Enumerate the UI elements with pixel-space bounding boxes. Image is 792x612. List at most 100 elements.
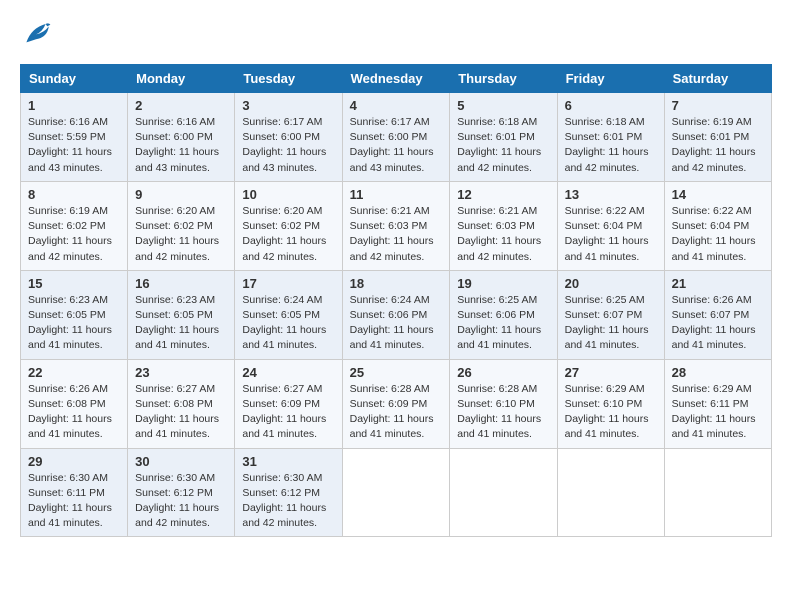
day-info: Sunrise: 6:21 AMSunset: 6:03 PMDaylight:… [350,204,443,265]
day-number: 5 [457,98,549,113]
day-number: 24 [242,365,334,380]
day-number: 21 [672,276,764,291]
calendar-cell: 8 Sunrise: 6:19 AMSunset: 6:02 PMDaylight… [21,181,128,270]
weekday-header-sunday: Sunday [21,65,128,93]
calendar-header-row: SundayMondayTuesdayWednesdayThursdayFrid… [21,65,772,93]
day-number: 17 [242,276,334,291]
calendar-cell: 11 Sunrise: 6:21 AMSunset: 6:03 PMDayligh… [342,181,450,270]
day-info: Sunrise: 6:18 AMSunset: 6:01 PMDaylight:… [457,115,549,176]
calendar-cell: 24 Sunrise: 6:27 AMSunset: 6:09 PMDayligh… [235,359,342,448]
calendar-cell: 10 Sunrise: 6:20 AMSunset: 6:02 PMDayligh… [235,181,342,270]
weekday-header-wednesday: Wednesday [342,65,450,93]
day-info: Sunrise: 6:23 AMSunset: 6:05 PMDaylight:… [28,293,120,354]
day-info: Sunrise: 6:19 AMSunset: 6:02 PMDaylight:… [28,204,120,265]
calendar-cell: 7 Sunrise: 6:19 AMSunset: 6:01 PMDaylight… [664,93,771,182]
day-number: 1 [28,98,120,113]
day-number: 30 [135,454,227,469]
day-info: Sunrise: 6:17 AMSunset: 6:00 PMDaylight:… [242,115,334,176]
calendar-cell: 4 Sunrise: 6:17 AMSunset: 6:00 PMDaylight… [342,93,450,182]
calendar-cell: 6 Sunrise: 6:18 AMSunset: 6:01 PMDaylight… [557,93,664,182]
day-info: Sunrise: 6:28 AMSunset: 6:10 PMDaylight:… [457,382,549,443]
day-info: Sunrise: 6:25 AMSunset: 6:07 PMDaylight:… [565,293,657,354]
calendar-week-1: 1 Sunrise: 6:16 AMSunset: 5:59 PMDaylight… [21,93,772,182]
day-number: 4 [350,98,443,113]
day-info: Sunrise: 6:29 AMSunset: 6:11 PMDaylight:… [672,382,764,443]
calendar-cell: 15 Sunrise: 6:23 AMSunset: 6:05 PMDayligh… [21,270,128,359]
calendar-cell: 25 Sunrise: 6:28 AMSunset: 6:09 PMDayligh… [342,359,450,448]
calendar-cell: 21 Sunrise: 6:26 AMSunset: 6:07 PMDayligh… [664,270,771,359]
day-info: Sunrise: 6:27 AMSunset: 6:09 PMDaylight:… [242,382,334,443]
day-number: 8 [28,187,120,202]
calendar-cell [342,448,450,537]
calendar-cell: 5 Sunrise: 6:18 AMSunset: 6:01 PMDaylight… [450,93,557,182]
day-number: 28 [672,365,764,380]
day-info: Sunrise: 6:21 AMSunset: 6:03 PMDaylight:… [457,204,549,265]
calendar-cell: 3 Sunrise: 6:17 AMSunset: 6:00 PMDaylight… [235,93,342,182]
weekday-header-friday: Friday [557,65,664,93]
day-number: 20 [565,276,657,291]
day-number: 18 [350,276,443,291]
day-info: Sunrise: 6:24 AMSunset: 6:06 PMDaylight:… [350,293,443,354]
day-number: 31 [242,454,334,469]
day-info: Sunrise: 6:26 AMSunset: 6:07 PMDaylight:… [672,293,764,354]
day-info: Sunrise: 6:27 AMSunset: 6:08 PMDaylight:… [135,382,227,443]
day-info: Sunrise: 6:22 AMSunset: 6:04 PMDaylight:… [672,204,764,265]
calendar-cell [557,448,664,537]
day-number: 3 [242,98,334,113]
day-number: 23 [135,365,227,380]
weekday-header-monday: Monday [128,65,235,93]
day-number: 10 [242,187,334,202]
calendar-cell: 17 Sunrise: 6:24 AMSunset: 6:05 PMDayligh… [235,270,342,359]
calendar-cell: 30 Sunrise: 6:30 AMSunset: 6:12 PMDayligh… [128,448,235,537]
day-info: Sunrise: 6:23 AMSunset: 6:05 PMDaylight:… [135,293,227,354]
day-number: 13 [565,187,657,202]
day-info: Sunrise: 6:28 AMSunset: 6:09 PMDaylight:… [350,382,443,443]
calendar-cell: 14 Sunrise: 6:22 AMSunset: 6:04 PMDayligh… [664,181,771,270]
calendar-cell: 18 Sunrise: 6:24 AMSunset: 6:06 PMDayligh… [342,270,450,359]
day-number: 11 [350,187,443,202]
calendar-cell: 29 Sunrise: 6:30 AMSunset: 6:11 PMDayligh… [21,448,128,537]
calendar-cell: 28 Sunrise: 6:29 AMSunset: 6:11 PMDayligh… [664,359,771,448]
day-info: Sunrise: 6:30 AMSunset: 6:11 PMDaylight:… [28,471,120,532]
day-info: Sunrise: 6:16 AMSunset: 6:00 PMDaylight:… [135,115,227,176]
day-number: 19 [457,276,549,291]
day-number: 7 [672,98,764,113]
calendar-cell: 31 Sunrise: 6:30 AMSunset: 6:12 PMDayligh… [235,448,342,537]
day-number: 14 [672,187,764,202]
calendar-cell: 2 Sunrise: 6:16 AMSunset: 6:00 PMDaylight… [128,93,235,182]
day-number: 29 [28,454,120,469]
day-info: Sunrise: 6:20 AMSunset: 6:02 PMDaylight:… [242,204,334,265]
calendar-cell: 12 Sunrise: 6:21 AMSunset: 6:03 PMDayligh… [450,181,557,270]
day-info: Sunrise: 6:30 AMSunset: 6:12 PMDaylight:… [135,471,227,532]
day-number: 6 [565,98,657,113]
day-info: Sunrise: 6:20 AMSunset: 6:02 PMDaylight:… [135,204,227,265]
calendar-cell: 22 Sunrise: 6:26 AMSunset: 6:08 PMDayligh… [21,359,128,448]
calendar-week-3: 15 Sunrise: 6:23 AMSunset: 6:05 PMDayligh… [21,270,772,359]
calendar-week-4: 22 Sunrise: 6:26 AMSunset: 6:08 PMDayligh… [21,359,772,448]
calendar-body: 1 Sunrise: 6:16 AMSunset: 5:59 PMDaylight… [21,93,772,537]
weekday-header-saturday: Saturday [664,65,771,93]
day-number: 25 [350,365,443,380]
day-info: Sunrise: 6:30 AMSunset: 6:12 PMDaylight:… [242,471,334,532]
day-info: Sunrise: 6:19 AMSunset: 6:01 PMDaylight:… [672,115,764,176]
day-number: 22 [28,365,120,380]
day-number: 12 [457,187,549,202]
day-number: 2 [135,98,227,113]
day-info: Sunrise: 6:22 AMSunset: 6:04 PMDaylight:… [565,204,657,265]
calendar-table: SundayMondayTuesdayWednesdayThursdayFrid… [20,64,772,537]
day-number: 16 [135,276,227,291]
day-info: Sunrise: 6:17 AMSunset: 6:00 PMDaylight:… [350,115,443,176]
day-number: 26 [457,365,549,380]
day-number: 15 [28,276,120,291]
day-info: Sunrise: 6:18 AMSunset: 6:01 PMDaylight:… [565,115,657,176]
calendar-cell: 9Sunrise: 6:20 AMSunset: 6:02 PMDaylight… [128,181,235,270]
logo-bird-icon [20,20,52,48]
page-header [20,20,772,48]
calendar-week-5: 29 Sunrise: 6:30 AMSunset: 6:11 PMDayligh… [21,448,772,537]
day-info: Sunrise: 6:26 AMSunset: 6:08 PMDaylight:… [28,382,120,443]
calendar-cell [664,448,771,537]
day-info: Sunrise: 6:24 AMSunset: 6:05 PMDaylight:… [242,293,334,354]
day-info: Sunrise: 6:16 AMSunset: 5:59 PMDaylight:… [28,115,120,176]
weekday-header-thursday: Thursday [450,65,557,93]
calendar-week-2: 8 Sunrise: 6:19 AMSunset: 6:02 PMDaylight… [21,181,772,270]
